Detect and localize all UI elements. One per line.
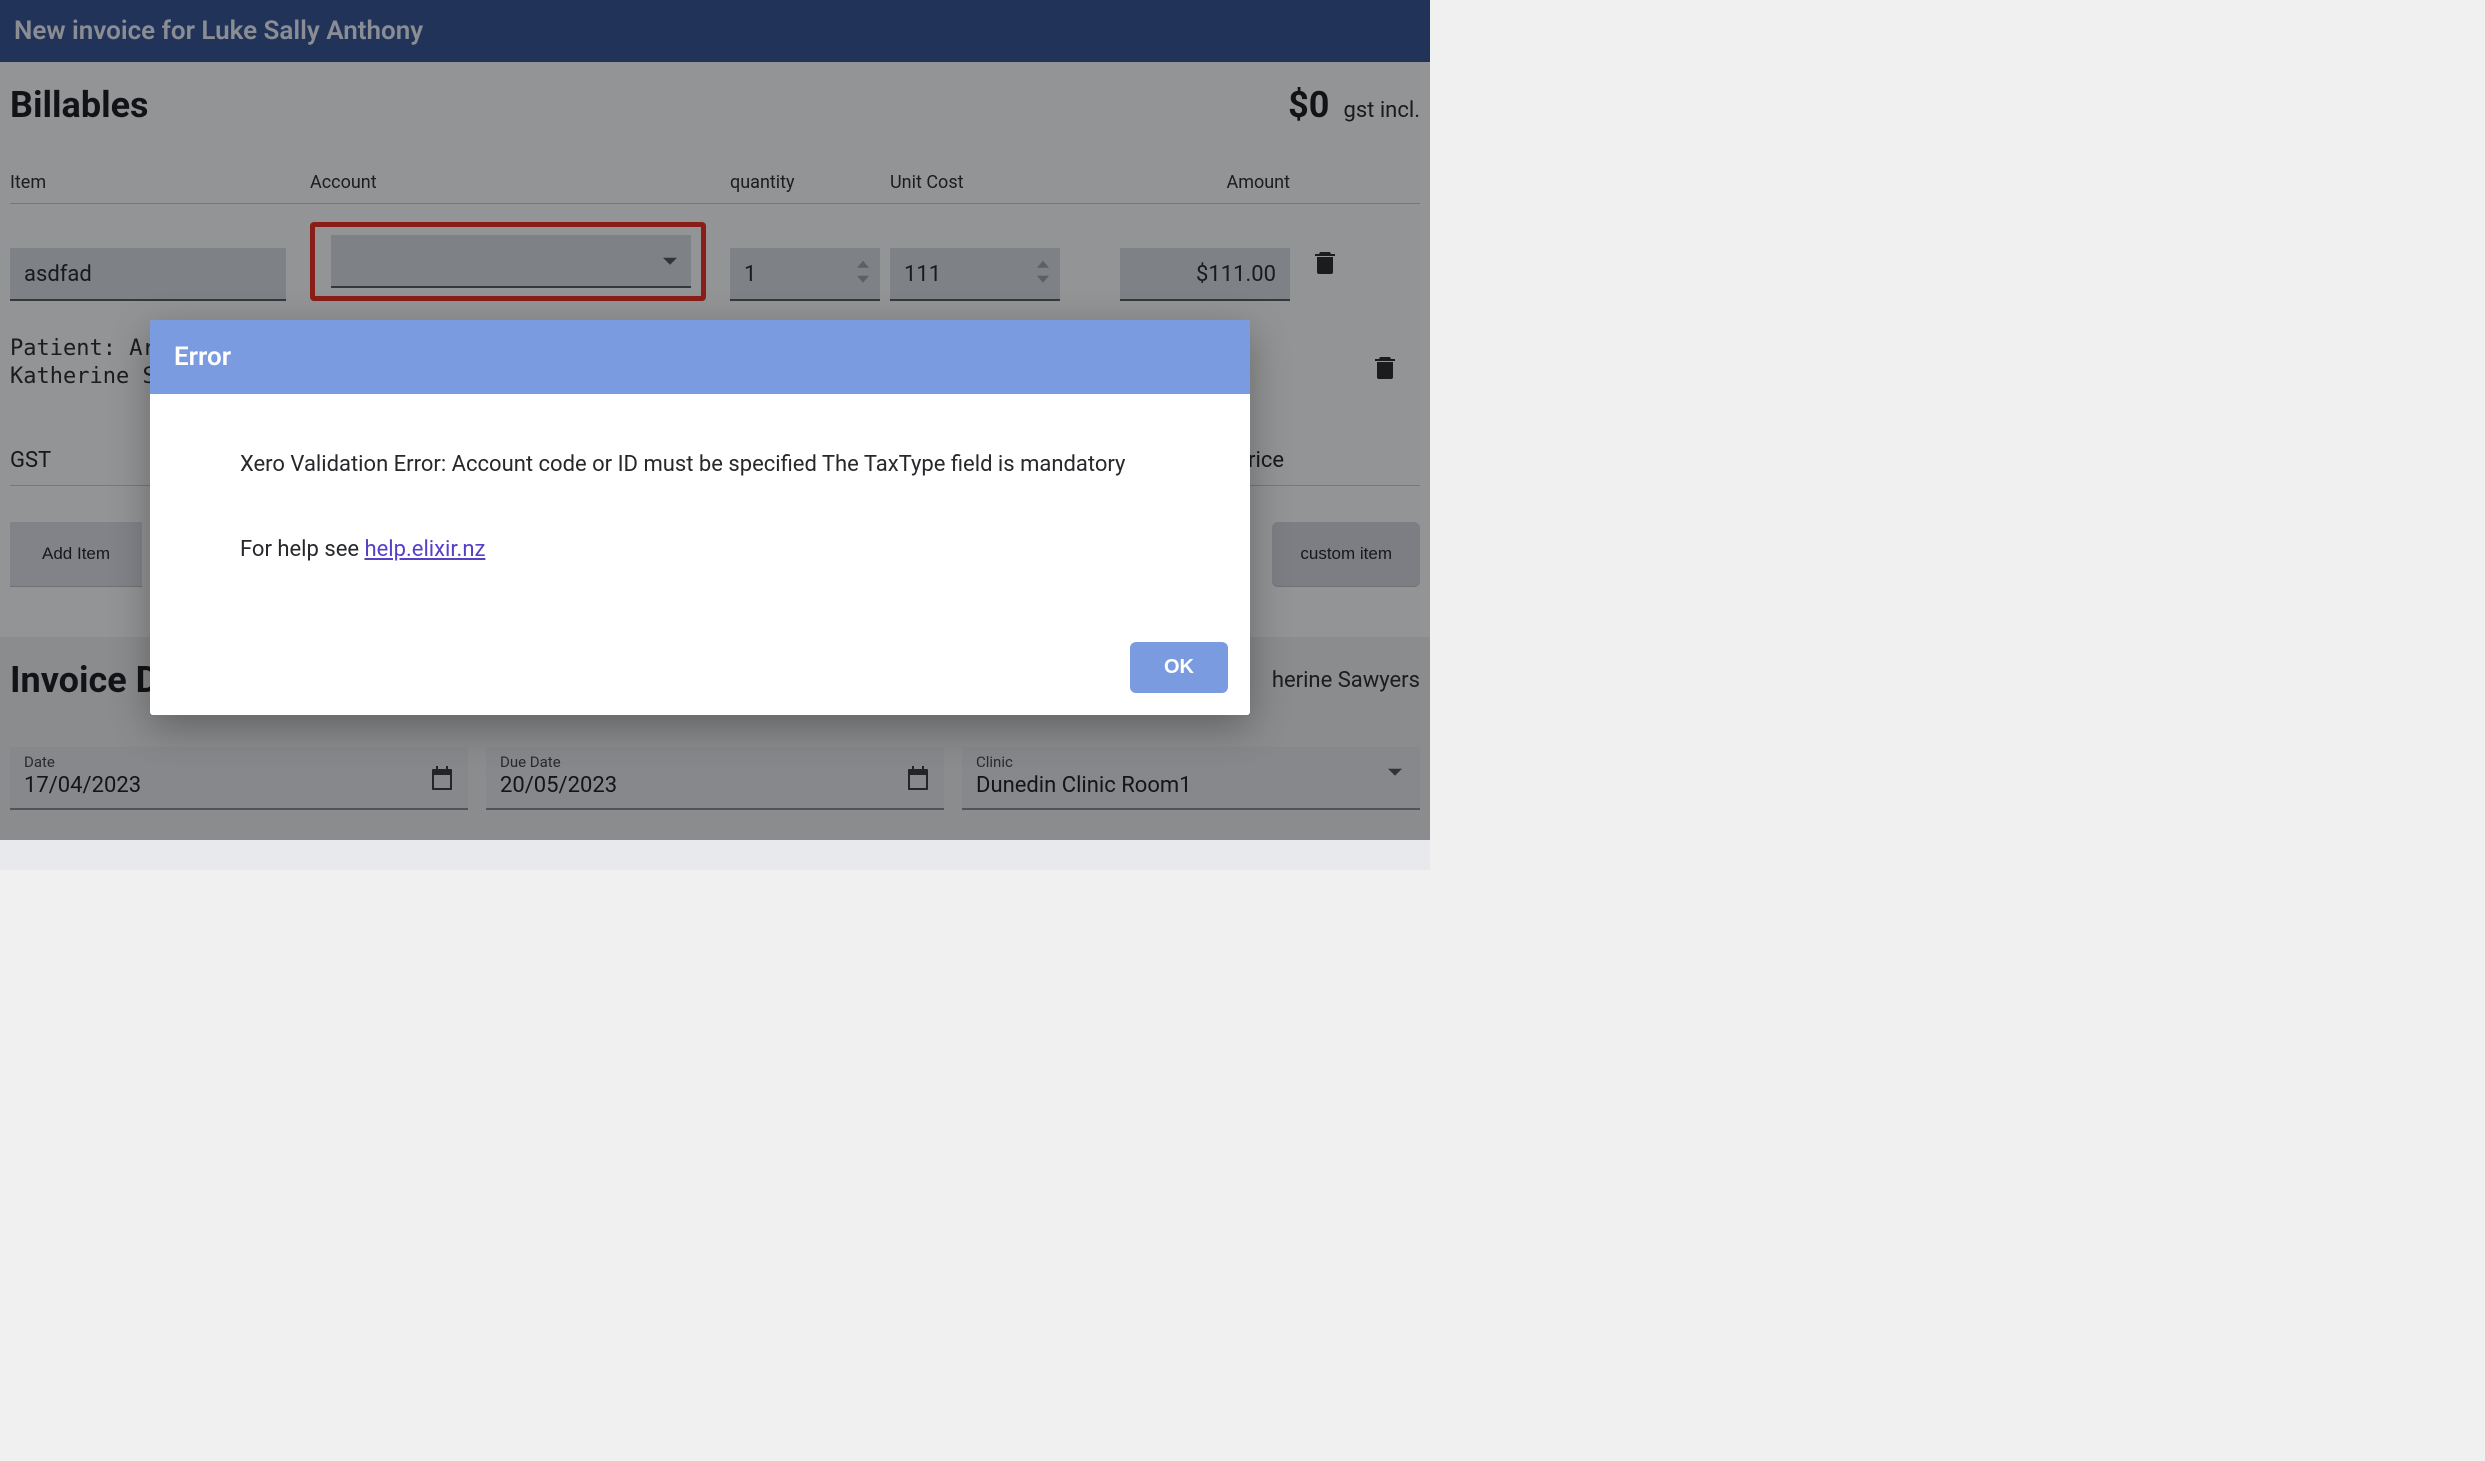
dialog-help-line: For help see help.elixir.nz	[240, 535, 1160, 566]
dialog-title: Error	[150, 320, 1250, 394]
dialog-help-link[interactable]: help.elixir.nz	[364, 537, 485, 562]
dialog-body: Xero Validation Error: Account code or I…	[150, 394, 1250, 596]
dialog-message: Xero Validation Error: Account code or I…	[240, 450, 1160, 481]
dialog-ok-button[interactable]: OK	[1130, 642, 1228, 693]
error-dialog: Error Xero Validation Error: Account cod…	[150, 320, 1250, 715]
